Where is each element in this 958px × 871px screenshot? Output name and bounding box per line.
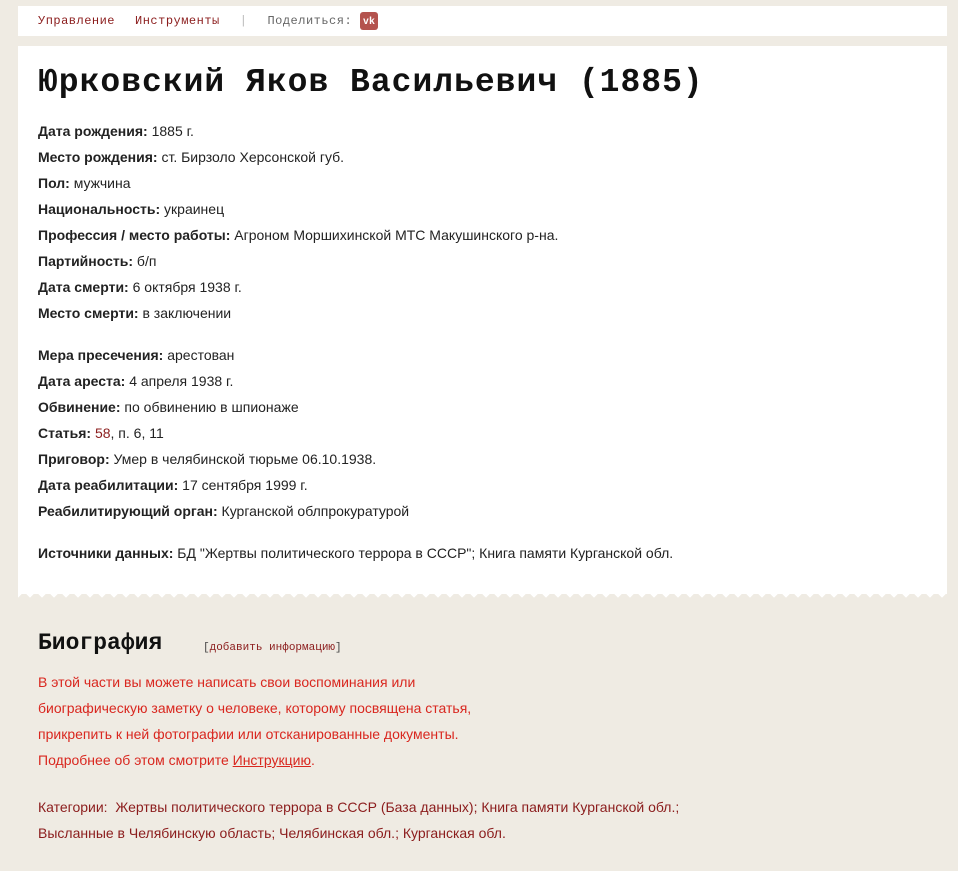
biography-heading: Биография [38, 630, 163, 656]
top-toolbar: Управление Инструменты | Поделиться: vk [18, 6, 947, 36]
field-label: Обвинение: [38, 399, 121, 415]
field-label: Партийность: [38, 253, 134, 269]
field-row: Дата смерти: 6 октября 1938 г. [38, 274, 673, 300]
field-row: Дата рождения: 1885 г. [38, 118, 673, 144]
field-value: Курганской облпрокуратурой [217, 503, 410, 519]
field-label: Приговор: [38, 451, 110, 467]
add-info-link[interactable]: добавить информацию [210, 642, 335, 654]
category-link[interactable]: Курганская обл. [403, 825, 506, 841]
biography-text: В этой части вы можете написать свои вос… [38, 669, 471, 773]
field-label: Место смерти: [38, 305, 139, 321]
field-value: БД "Жертвы политического террора в СССР"… [173, 545, 674, 561]
bio-more-line: Подробнее об этом смотрите Инструкцию. [38, 747, 471, 773]
field-value: 1885 г. [147, 123, 194, 139]
field-value: арестован [163, 347, 235, 363]
field-row: Дата реабилитации: 17 сентября 1999 г. [38, 472, 673, 498]
categories: Категории: Жертвы политического террора … [38, 794, 679, 846]
field-value: Умер в челябинской тюрьме 06.10.1938. [109, 451, 377, 467]
add-info: [добавить информацию] [203, 642, 342, 654]
bio-more-prefix: Подробнее об этом смотрите [38, 752, 233, 768]
toolbar-separator: | [239, 14, 248, 28]
field-value: по обвинению в шпионаже [120, 399, 299, 415]
bio-line: биографическую заметку о человеке, котор… [38, 700, 472, 716]
field-row: Пол: мужчина [38, 170, 673, 196]
category-link[interactable]: Высланные в Челябинскую область [38, 825, 271, 841]
field-row-article: Статья: 58, п. 6, 11 [38, 420, 673, 446]
field-row: Обвинение: по обвинению в шпионаже [38, 394, 673, 420]
card-zigzag-edge [18, 590, 947, 602]
field-value: 4 апреля 1938 г. [125, 373, 234, 389]
category-link[interactable]: Челябинская обл. [279, 825, 395, 841]
field-value: б/п [133, 253, 157, 269]
field-row-sources: Источники данных: БД "Жертвы политическо… [38, 540, 673, 566]
article-link[interactable]: 58 [95, 425, 111, 441]
field-value: 17 сентября 1999 г. [178, 477, 308, 493]
bio-line: В этой части вы можете написать свои вос… [38, 674, 416, 690]
field-label: Мера пресечения: [38, 347, 164, 363]
field-label: Дата рождения: [38, 123, 148, 139]
field-value: , п. 6, 11 [110, 425, 164, 441]
vk-share-icon[interactable]: vk [360, 12, 379, 30]
instruction-link[interactable]: Инструкцию [233, 752, 311, 768]
field-value: Агроном Моршихинской МТС Макушинского р-… [230, 227, 559, 243]
tools-link[interactable]: Инструменты [135, 14, 220, 28]
page-title: Юрковский Яков Васильевич (1885) [38, 64, 704, 101]
field-row: Мера пресечения: арестован [38, 342, 673, 368]
categories-line-2: Высланные в Челябинскую область; Челябин… [38, 825, 506, 841]
bio-line: прикрепить к ней фотографии или отсканир… [38, 726, 459, 742]
field-label: Пол: [38, 175, 70, 191]
category-link[interactable]: Жертвы политического террора в СССР (Баз… [115, 799, 473, 815]
field-label: Дата смерти: [38, 279, 129, 295]
field-label: Дата реабилитации: [38, 477, 179, 493]
person-fields: Дата рождения: 1885 г. Место рождения: ст… [38, 118, 673, 566]
categories-line-1: Категории: Жертвы политического террора … [38, 799, 680, 815]
manage-link[interactable]: Управление [38, 14, 115, 28]
field-value: украинец [160, 201, 225, 217]
field-row: Приговор: Умер в челябинской тюрьме 06.1… [38, 446, 673, 472]
field-value: в заключении [138, 305, 232, 321]
bio-more-suffix: . [310, 752, 315, 768]
bracket-open: [ [203, 642, 210, 654]
field-row: Профессия / место работы: Агроном Морших… [38, 222, 673, 248]
categories-label: Категории: [38, 799, 108, 815]
field-label: Статья: [38, 425, 92, 441]
field-row: Реабилитирующий орган: Курганской облпро… [38, 498, 673, 524]
field-row: Дата ареста: 4 апреля 1938 г. [38, 368, 673, 394]
bracket-close: ] [335, 642, 342, 654]
field-value: 6 октября 1938 г. [128, 279, 242, 295]
share-label: Поделиться: [267, 14, 353, 28]
field-row: Место смерти: в заключении [38, 300, 673, 326]
field-label: Реабилитирующий орган: [38, 503, 218, 519]
field-label: Национальность: [38, 201, 161, 217]
category-link[interactable]: Книга памяти Курганской обл. [481, 799, 675, 815]
field-label: Профессия / место работы: [38, 227, 231, 243]
person-card: Юрковский Яков Васильевич (1885) Дата ро… [18, 46, 947, 594]
field-label: Дата ареста: [38, 373, 126, 389]
field-label: Источники данных: [38, 545, 174, 561]
biography-section: Биография [добавить информацию] В этой ч… [18, 606, 947, 871]
field-row: Место рождения: ст. Бирзоло Херсонской г… [38, 144, 673, 170]
field-value: мужчина [69, 175, 131, 191]
field-label: Место рождения: [38, 149, 158, 165]
field-row: Партийность: б/п [38, 248, 673, 274]
field-value: ст. Бирзоло Херсонской губ. [157, 149, 345, 165]
field-row: Национальность: украинец [38, 196, 673, 222]
